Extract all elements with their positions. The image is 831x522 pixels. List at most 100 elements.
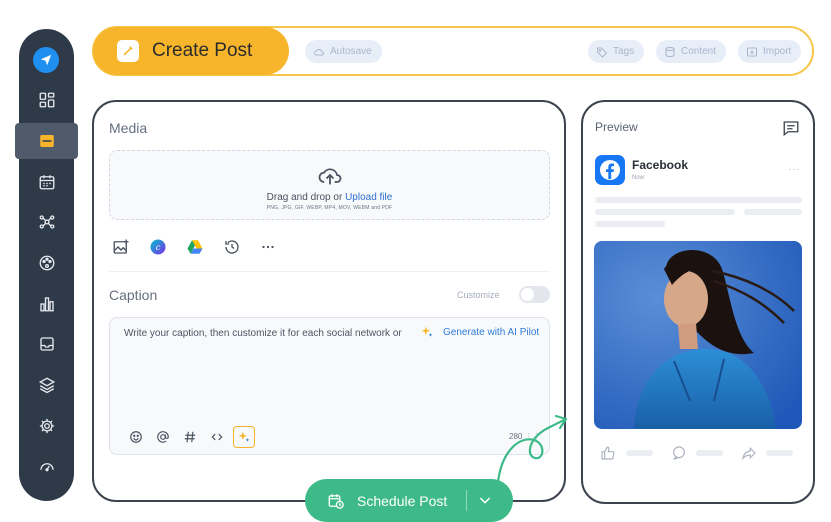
caption-placeholder: Write your caption, then customize it fo… <box>124 328 402 339</box>
code-button[interactable] <box>208 428 226 446</box>
svg-text:c: c <box>156 242 161 252</box>
sidebar-item-compose[interactable] <box>15 123 78 159</box>
preview-title: Preview <box>595 120 638 134</box>
skeleton-line <box>626 450 653 456</box>
skeleton-line <box>696 450 723 456</box>
settings-icon <box>39 418 54 434</box>
autosave-chip[interactable]: Autosave <box>305 40 382 63</box>
app-logo-icon[interactable] <box>33 47 59 73</box>
like-icon[interactable] <box>600 445 616 461</box>
cloud-upload-icon <box>318 168 342 185</box>
hashtag-icon <box>184 431 196 443</box>
support-icon <box>39 463 54 472</box>
cloud-icon <box>314 48 324 55</box>
sidebar-item-network[interactable] <box>29 207 64 237</box>
customize-toggle[interactable] <box>519 286 550 303</box>
sidebar-item-inbox[interactable] <box>29 329 64 359</box>
sidebar-item-settings[interactable] <box>29 411 64 441</box>
woman-portrait-image <box>594 241 802 429</box>
analytics-icon <box>39 297 54 312</box>
palette-icon <box>39 255 54 271</box>
sidebar-item-support[interactable] <box>29 451 64 481</box>
google-drive-icon <box>187 240 203 254</box>
sidebar-item-analytics[interactable] <box>29 289 64 319</box>
import-label: Import <box>763 46 792 57</box>
skeleton-line <box>595 197 802 203</box>
at-sign-icon <box>157 431 169 443</box>
hashtag-button[interactable] <box>181 428 199 446</box>
caption-input[interactable]: Write your caption, then customize it fo… <box>109 317 550 455</box>
canva-icon: c <box>150 239 166 255</box>
tags-button[interactable]: Tags <box>588 40 645 63</box>
add-image-button[interactable] <box>111 237 131 257</box>
create-post-header: Create Post <box>93 27 289 75</box>
sidebar-item-calendar[interactable] <box>29 167 64 197</box>
sparkle-icon <box>421 326 433 337</box>
network-name: Facebook <box>632 158 689 172</box>
comment-icon[interactable] <box>671 445 687 461</box>
post-more-menu[interactable]: ··· <box>788 164 801 175</box>
content-button[interactable]: Content <box>656 40 727 63</box>
tag-icon <box>597 47 608 58</box>
content-icon <box>665 46 675 57</box>
image-add-icon <box>113 239 129 254</box>
calendar-clock-icon <box>328 493 344 509</box>
skeleton-line <box>766 450 793 456</box>
chevron-down-icon[interactable] <box>477 492 493 508</box>
post-image <box>594 241 802 429</box>
sidebar-item-layers[interactable] <box>29 370 64 400</box>
facebook-icon <box>595 155 625 185</box>
page-title: Create Post <box>152 40 253 61</box>
toggle-knob <box>521 288 534 301</box>
top-bar: Create Post Autosave Tags Content Import <box>92 26 814 76</box>
sidebar <box>15 29 78 501</box>
google-drive-button[interactable] <box>185 237 205 257</box>
dashboard-icon <box>39 92 54 108</box>
layers-icon <box>38 377 55 394</box>
upload-file-link[interactable]: Upload file <box>345 192 392 203</box>
generate-ai-label: Generate with AI Pilot <box>443 326 540 338</box>
button-separator <box>466 490 467 511</box>
emoji-button[interactable] <box>127 428 145 446</box>
more-horizontal-icon <box>262 245 274 249</box>
comment-list-icon[interactable] <box>782 119 800 137</box>
paper-plane-icon <box>40 54 52 66</box>
import-icon <box>747 47 757 56</box>
calendar-icon <box>39 175 54 190</box>
content-label: Content <box>681 46 717 57</box>
history-button[interactable] <box>222 237 242 257</box>
post-preview: Preview Facebook Now ··· <box>581 100 815 504</box>
generate-ai-link[interactable]: Generate with AI Pilot <box>420 325 539 339</box>
share-icon[interactable] <box>741 445 757 461</box>
tags-label: Tags <box>613 46 635 57</box>
dropzone-text: Drag and drop or Upload file <box>266 192 393 203</box>
sparkle-icon <box>238 431 250 442</box>
pencil-icon <box>117 40 139 62</box>
schedule-post-button[interactable]: Schedule Post <box>305 479 513 522</box>
canva-button[interactable]: c <box>148 237 168 257</box>
sidebar-item-dashboard[interactable] <box>29 85 64 115</box>
schedule-post-label: Schedule Post <box>357 492 448 509</box>
caption-title: Caption <box>109 287 158 303</box>
media-title: Media <box>109 120 148 136</box>
supported-formats: PNG, JPG, GIF, WEBP, MP4, MOV, WEBM and … <box>266 205 393 211</box>
network-icon <box>39 215 54 229</box>
code-icon <box>211 433 223 441</box>
ai-pilot-button[interactable] <box>233 426 255 448</box>
skeleton-line <box>595 209 735 215</box>
skeleton-line <box>744 209 802 215</box>
autosave-label: Autosave <box>330 46 372 57</box>
history-icon <box>225 240 239 254</box>
compose-icon <box>39 135 54 147</box>
curved-arrow-icon <box>496 414 568 484</box>
sidebar-item-palette[interactable] <box>29 248 64 278</box>
emoji-icon <box>130 431 142 443</box>
customize-label: Customize <box>457 290 500 300</box>
media-dropzone[interactable]: Drag and drop or Upload file PNG, JPG, G… <box>109 150 550 220</box>
post-time: Now <box>632 175 645 181</box>
section-divider <box>109 271 550 272</box>
mention-button[interactable] <box>154 428 172 446</box>
inbox-icon <box>39 337 54 351</box>
more-media-button[interactable] <box>258 237 278 257</box>
import-button[interactable]: Import <box>738 40 802 63</box>
